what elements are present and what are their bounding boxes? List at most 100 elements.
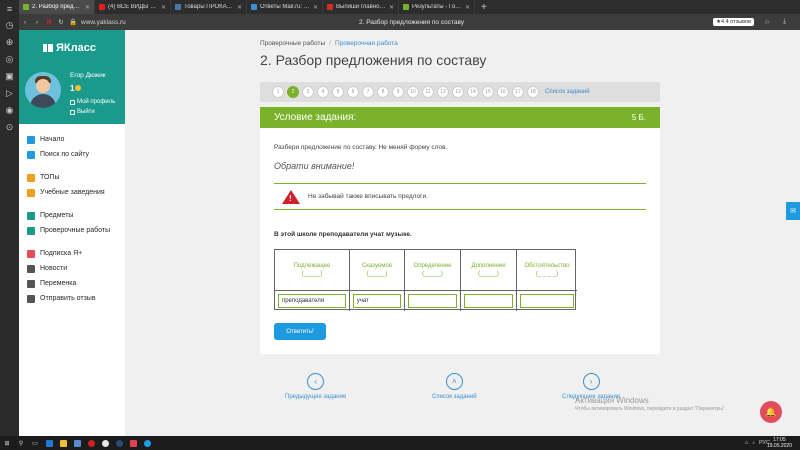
page-number[interactable]: 2 — [287, 86, 299, 98]
bookmarks-icon[interactable]: ◎ — [0, 51, 19, 68]
sidebar-item[interactable]: Предметы — [19, 208, 125, 223]
page-number[interactable]: 11 — [422, 86, 434, 98]
taskbar: ⊞ ⚲ ▭ ⌂ ♪ РУС 17:05 19.05.2020 — [0, 436, 800, 450]
reload-icon[interactable]: ↻ — [55, 18, 67, 26]
volume-icon[interactable]: ♪ — [752, 440, 755, 446]
page-number[interactable]: 4 — [317, 86, 329, 98]
browser-tab[interactable]: Ответы Mail.ru: крупные ...✕ — [247, 0, 323, 14]
page-number[interactable]: 3 — [302, 86, 314, 98]
downloads-icon[interactable]: ⊕ — [0, 34, 19, 51]
close-icon[interactable]: ✕ — [389, 4, 394, 11]
search-icon[interactable]: ⚲ — [14, 436, 28, 450]
close-icon[interactable]: ✕ — [465, 4, 470, 11]
task-list-nav[interactable]: ˄ Список заданий — [432, 373, 477, 400]
page-number[interactable]: 18 — [527, 86, 539, 98]
bookmark-icon[interactable]: ☆ — [764, 18, 770, 26]
network-icon[interactable]: ⌂ — [745, 440, 748, 446]
answer-input[interactable]: учат — [352, 294, 402, 308]
task-list-link[interactable]: Список заданий — [545, 89, 590, 95]
reviews-badge[interactable]: ★4.4 отзывов — [713, 18, 754, 26]
sidebar-item[interactable]: Переменка — [19, 276, 125, 291]
page-number[interactable]: 8 — [377, 86, 389, 98]
close-icon[interactable]: ✕ — [161, 4, 166, 11]
start-icon[interactable]: ⊞ — [0, 436, 14, 450]
answer-input[interactable] — [463, 294, 514, 308]
column-blank: (_____) — [301, 271, 323, 277]
page-number[interactable]: 1 — [272, 86, 284, 98]
sidebar-item[interactable]: ТОПы — [19, 170, 125, 185]
yandex-browser-icon[interactable] — [98, 436, 112, 450]
mail-icon[interactable]: ✉ — [786, 202, 800, 220]
skype-icon[interactable] — [140, 436, 154, 450]
history-icon[interactable]: ◷ — [0, 17, 19, 34]
page-number[interactable]: 14 — [467, 86, 479, 98]
music-icon[interactable]: ◉ — [0, 102, 19, 119]
breadcrumb-parent[interactable]: Проверочные работы — [260, 40, 325, 47]
user-name[interactable]: Егор Дюжик — [70, 72, 106, 79]
profile-link[interactable]: Мой профиль — [70, 99, 115, 105]
column-header: Дополнение (_____) — [461, 250, 517, 290]
sidebar-item-label: ТОПы — [40, 174, 60, 181]
task-view-icon[interactable]: ▭ — [28, 436, 42, 450]
video-icon[interactable]: ▷ — [0, 85, 19, 102]
prev-task-nav[interactable]: ‹ Предыдущее задание — [285, 373, 346, 400]
notes-icon[interactable]: ▣ — [0, 68, 19, 85]
logo[interactable]: ЯКласс — [43, 42, 96, 54]
answer-input[interactable]: преподаватели — [277, 294, 347, 308]
sidebar-item[interactable]: Подписка Я+ — [19, 246, 125, 261]
sidebar-item[interactable]: Новости — [19, 261, 125, 276]
page-number[interactable]: 16 — [497, 86, 509, 98]
answer-cell: преподаватели — [275, 290, 350, 311]
favicon-icon — [23, 4, 29, 10]
sidebar-item[interactable]: Поиск по сайту — [19, 147, 125, 162]
page-number[interactable]: 5 — [332, 86, 344, 98]
sidebar-item[interactable]: Отправить отзыв — [19, 291, 125, 306]
bell-icon[interactable]: 🔔 — [760, 401, 782, 423]
edge-icon[interactable] — [42, 436, 56, 450]
back-icon[interactable]: ‹ — [19, 19, 31, 26]
breadcrumb-current[interactable]: Проверочная работа — [335, 40, 398, 47]
browser-menu-icon[interactable]: ≡ — [0, 0, 19, 17]
explorer-icon[interactable] — [56, 436, 70, 450]
logout-link[interactable]: Выйти — [70, 109, 95, 115]
tab-label: Ответы Mail.ru: крупные ... — [260, 4, 310, 10]
page-number[interactable]: 17 — [512, 86, 524, 98]
close-icon[interactable]: ✕ — [85, 4, 90, 11]
page-number[interactable]: 15 — [482, 86, 494, 98]
answer-input[interactable] — [520, 294, 574, 308]
browser-tab[interactable]: Выпиши главное слово и...✕ — [323, 0, 399, 14]
opera-icon[interactable] — [84, 436, 98, 450]
browser-tab[interactable]: (4) ВСЕ ВИДЫ ЭНЕРГЕТИ...✕ — [95, 0, 171, 14]
answer-input[interactable] — [407, 294, 458, 308]
close-icon[interactable]: ✕ — [237, 4, 242, 11]
sidebar-item[interactable]: Проверочные работы — [19, 223, 125, 238]
page-number[interactable]: 9 — [392, 86, 404, 98]
browser-tab[interactable]: Результаты - Годовая кон...✕ — [399, 0, 475, 14]
sidebar-item-label: Предметы — [40, 212, 74, 219]
clock[interactable]: 17:05 19.05.2020 — [767, 437, 792, 449]
menu-icon — [27, 226, 35, 235]
page-number[interactable]: 13 — [452, 86, 464, 98]
forward-icon[interactable]: › — [31, 19, 43, 26]
close-icon[interactable]: ✕ — [313, 4, 318, 11]
page-number[interactable]: 10 — [407, 86, 419, 98]
steam-icon[interactable] — [112, 436, 126, 450]
avatar[interactable] — [25, 72, 61, 108]
favicon-icon — [251, 4, 257, 10]
new-tab-icon[interactable]: + — [475, 2, 493, 13]
yandex-icon[interactable]: Я — [43, 19, 55, 26]
sidebar-item[interactable]: Учебные заведения — [19, 185, 125, 200]
url-text[interactable]: www.yaklass.ru — [81, 19, 126, 26]
page-number[interactable]: 12 — [437, 86, 449, 98]
submit-button[interactable]: Ответить! — [274, 323, 326, 340]
store-icon[interactable] — [70, 436, 84, 450]
page-number[interactable]: 7 — [362, 86, 374, 98]
settings-icon[interactable]: ⊙ — [0, 119, 19, 136]
sidebar-item[interactable]: Начало — [19, 132, 125, 147]
browser-tab[interactable]: 2. Разбор предложе...✕ — [19, 0, 95, 14]
browser-tab[interactable]: Товары ПРОКАЧКА / БУС...✕ — [171, 0, 247, 14]
app-icon[interactable] — [126, 436, 140, 450]
page-number[interactable]: 6 — [347, 86, 359, 98]
download-icon[interactable]: ⤓ — [783, 18, 786, 26]
site-sidebar: ЯКласс Егор Дюжик 1 Мой профиль Выйти На… — [19, 30, 125, 436]
